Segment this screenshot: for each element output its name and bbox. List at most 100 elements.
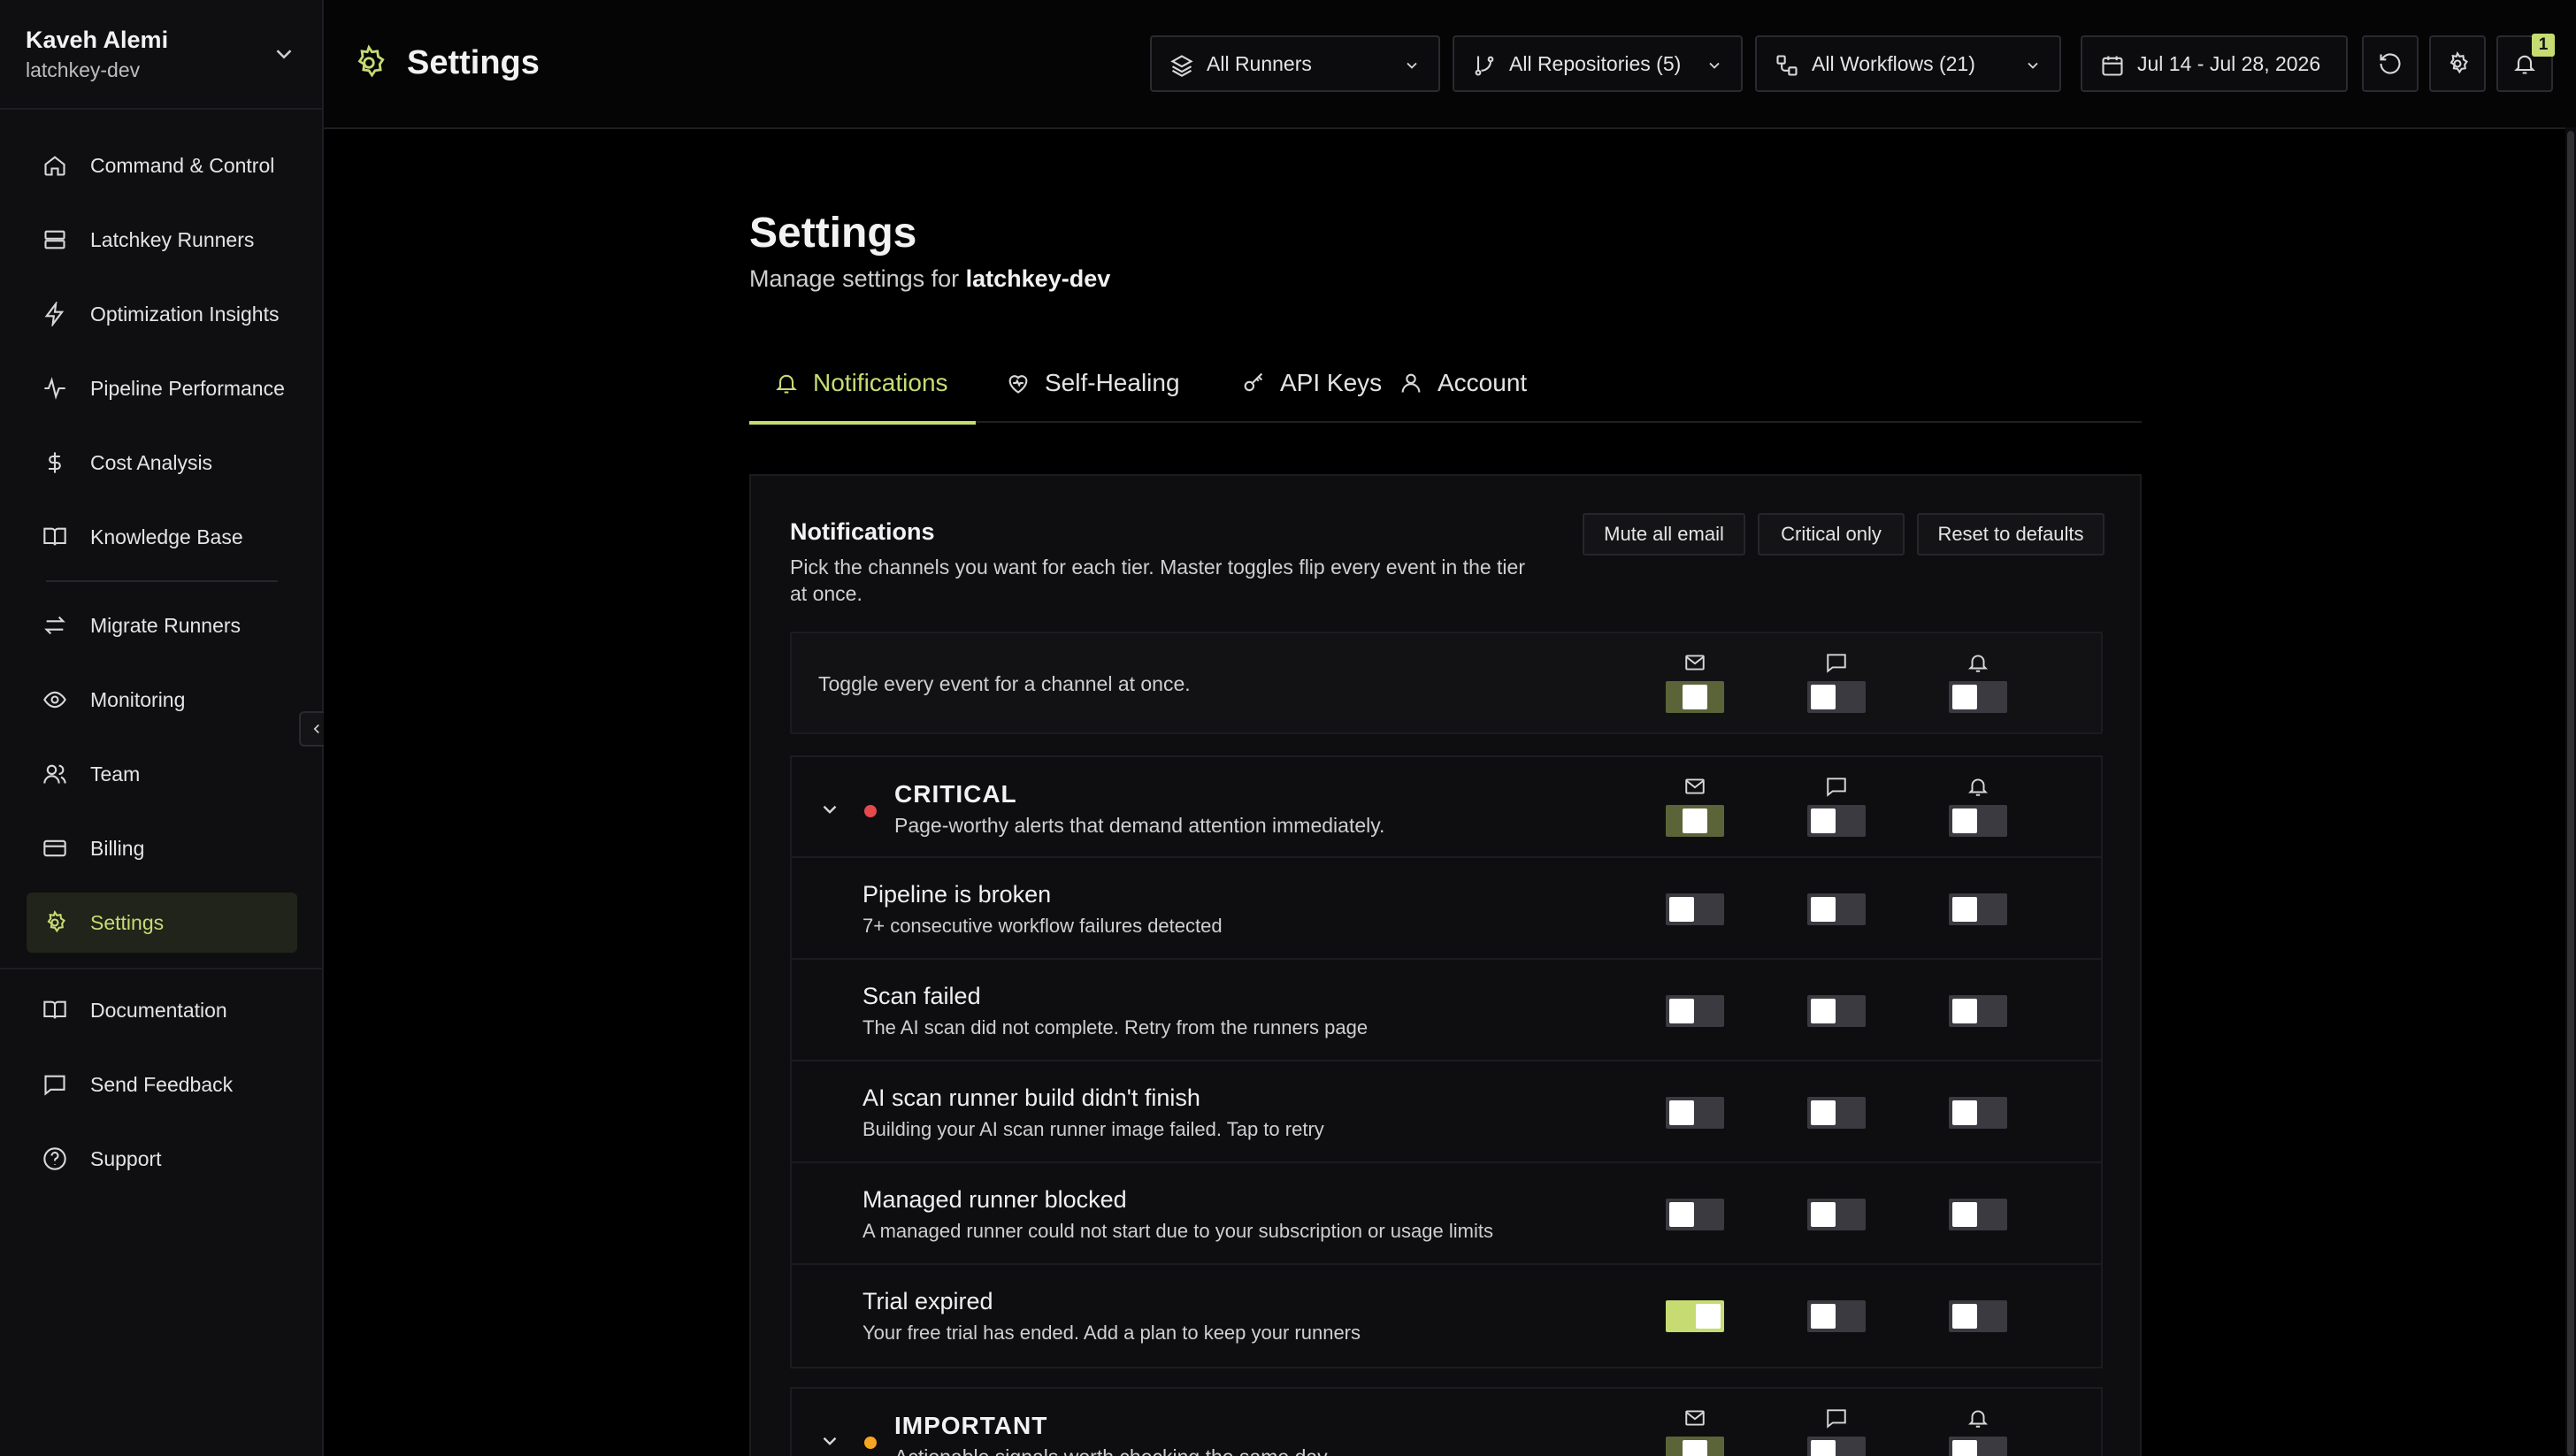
- notifications-button[interactable]: 1: [2496, 34, 2555, 92]
- event-description: 7+ consecutive workflow failures detecte…: [862, 915, 1223, 937]
- event-chat-toggle[interactable]: [1807, 1097, 1866, 1129]
- event-description: A managed runner could not start due to …: [862, 1220, 1493, 1242]
- event-push-toggle[interactable]: [1949, 1199, 2007, 1230]
- tab-self-healing[interactable]: Self-Healing: [1006, 343, 1180, 423]
- sidebar-item-label: Team: [90, 762, 141, 785]
- event-push-toggle[interactable]: [1949, 893, 2007, 925]
- sidebar-item-label: Monitoring: [90, 687, 186, 711]
- tier-email-toggle[interactable]: [1666, 1437, 1724, 1456]
- tier-push-toggle[interactable]: [1949, 1437, 2007, 1456]
- sidebar-item-billing[interactable]: Billing: [27, 818, 297, 878]
- event-email-toggle[interactable]: [1666, 995, 1724, 1027]
- chevron-down-icon[interactable]: [818, 1429, 841, 1452]
- scrollbar-thumb[interactable]: [2567, 131, 2574, 1456]
- sidebar-item-migrate-runners[interactable]: Migrate Runners: [27, 595, 297, 655]
- master-email-toggle[interactable]: [1666, 681, 1724, 713]
- event-row: Pipeline is broken 7+ consecutive workfl…: [792, 858, 2101, 960]
- tier-header[interactable]: IMPORTANT Actionable signals worth check…: [792, 1389, 2101, 1456]
- sidebar-item-label: Command & Control: [90, 153, 275, 177]
- tier-status-dot: [864, 1437, 877, 1449]
- event-chat-toggle[interactable]: [1807, 1300, 1866, 1332]
- event-title: Managed runner blocked: [862, 1186, 1127, 1213]
- sidebar-item-pipeline-performance[interactable]: Pipeline Performance: [27, 358, 297, 418]
- sidebar-item-latchkey-runners[interactable]: Latchkey Runners: [27, 210, 297, 270]
- event-push-toggle[interactable]: [1949, 1300, 2007, 1332]
- sidebar-divider: [0, 968, 322, 969]
- event-description: The AI scan did not complete. Retry from…: [862, 1016, 1368, 1038]
- mail-icon: [1683, 775, 1706, 798]
- event-row: Scan failed The AI scan did not complete…: [792, 960, 2101, 1061]
- event-description: Building your AI scan runner image faile…: [862, 1118, 1324, 1140]
- chat-icon: [1825, 775, 1848, 798]
- card-description: Pick the channels you want for each tier…: [790, 556, 1525, 605]
- subtitle-org: latchkey-dev: [965, 265, 1111, 292]
- mute-all-email-button[interactable]: Mute all email: [1583, 513, 1745, 556]
- event-email-toggle[interactable]: [1666, 1097, 1724, 1129]
- master-chat-toggle[interactable]: [1807, 681, 1866, 713]
- account-switcher[interactable]: Kaveh Alemi latchkey-dev: [0, 0, 322, 110]
- master-toggle-text: Toggle every event for a channel at once…: [818, 672, 1191, 695]
- chevron-down-icon: [1403, 57, 1421, 74]
- tier-email-toggle[interactable]: [1666, 805, 1724, 837]
- master-toggle-row: Toggle every event for a channel at once…: [790, 632, 2103, 734]
- settings-button[interactable]: [2429, 35, 2486, 92]
- date-range-label: Jul 14 - Jul 28, 2026: [2137, 51, 2321, 75]
- sidebar-item-documentation[interactable]: Documentation: [27, 980, 297, 1040]
- gear-icon: [350, 44, 387, 81]
- runners-filter[interactable]: All Runners: [1150, 35, 1440, 92]
- workflows-filter-label: All Workflows (21): [1812, 51, 1975, 75]
- tab-api-keys-main[interactable]: API Keys: [1241, 343, 1382, 423]
- sidebar-item-team[interactable]: Team: [27, 744, 297, 804]
- notification-count-badge: 1: [2532, 34, 2555, 57]
- tier-header[interactable]: CRITICAL Page-worthy alerts that demand …: [792, 757, 2101, 858]
- gear-icon: [42, 910, 67, 935]
- refresh-button[interactable]: [2362, 35, 2419, 92]
- tier-push-toggle[interactable]: [1949, 805, 2007, 837]
- workflows-filter[interactable]: All Workflows (21): [1755, 35, 2061, 92]
- sidebar-item-monitoring[interactable]: Monitoring: [27, 670, 297, 730]
- sidebar-item-knowledge-base[interactable]: Knowledge Base: [27, 507, 297, 567]
- sidebar-item-label: Settings: [90, 910, 165, 934]
- event-title: Scan failed: [862, 983, 981, 1009]
- event-email-toggle[interactable]: [1666, 1300, 1724, 1332]
- master-push-toggle[interactable]: [1949, 681, 2007, 713]
- chevron-down-icon[interactable]: [271, 41, 297, 67]
- event-push-toggle[interactable]: [1949, 995, 2007, 1027]
- event-row: Trial expired Your free trial has ended.…: [792, 1265, 2101, 1367]
- event-email-toggle[interactable]: [1666, 893, 1724, 925]
- event-chat-toggle[interactable]: [1807, 995, 1866, 1027]
- tab-label: Notifications: [813, 369, 948, 396]
- server-icon: [42, 227, 67, 252]
- critical-only-button[interactable]: Critical only: [1758, 513, 1905, 556]
- tier-chat-toggle[interactable]: [1807, 805, 1866, 837]
- tab-account[interactable]: Account: [1399, 343, 1527, 423]
- sidebar-item-label: Latchkey Runners: [90, 227, 255, 251]
- sidebar-item-send-feedback[interactable]: Send Feedback: [27, 1054, 297, 1115]
- tier-chat-toggle[interactable]: [1807, 1437, 1866, 1456]
- sidebar-divider: [46, 580, 278, 582]
- sidebar-item-command-control[interactable]: Command & Control: [27, 135, 297, 195]
- chat-icon: [42, 1072, 67, 1097]
- sidebar-item-cost-analysis[interactable]: Cost Analysis: [27, 433, 297, 493]
- repositories-filter[interactable]: All Repositories (5): [1453, 35, 1743, 92]
- tab-notifications[interactable]: Notifications: [749, 343, 976, 425]
- main-content: Settings Manage settings for latchkey-de…: [324, 131, 2564, 1456]
- settings-tabs: Notifications Self-Healing API Keys Acco…: [749, 343, 2142, 425]
- event-push-toggle[interactable]: [1949, 1097, 2007, 1129]
- activity-icon: [42, 376, 67, 401]
- subtitle-prefix: Manage settings for: [749, 265, 966, 292]
- sidebar-item-label: Pipeline Performance: [90, 376, 285, 400]
- chevron-down-icon[interactable]: [818, 798, 841, 821]
- card-icon: [42, 836, 67, 861]
- reset-defaults-button[interactable]: Reset to defaults: [1917, 513, 2104, 556]
- tier-description: Actionable signals worth checking the sa…: [894, 1445, 1331, 1456]
- sidebar-item-support[interactable]: Support: [27, 1129, 297, 1189]
- sidebar-item-settings[interactable]: Settings: [27, 893, 297, 953]
- date-range-picker[interactable]: Jul 14 - Jul 28, 2026: [2081, 35, 2348, 92]
- event-email-toggle[interactable]: [1666, 1199, 1724, 1230]
- event-chat-toggle[interactable]: [1807, 893, 1866, 925]
- event-row: AI scan runner build didn't finish Build…: [792, 1061, 2101, 1163]
- event-chat-toggle[interactable]: [1807, 1199, 1866, 1230]
- git-branch-icon: [1472, 53, 1497, 78]
- sidebar-item-optimization-insights[interactable]: Optimization Insights: [27, 284, 297, 344]
